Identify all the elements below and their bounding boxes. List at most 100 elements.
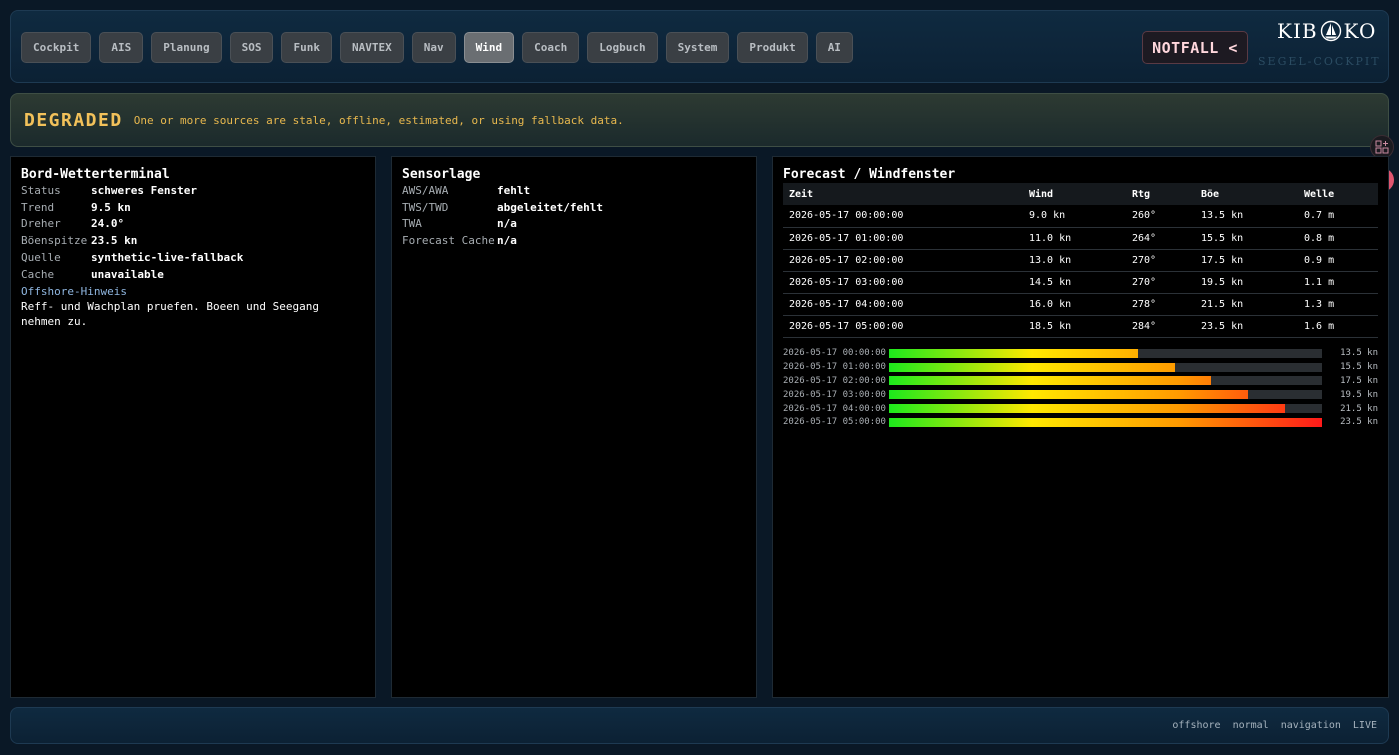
kv-key: TWA [402, 217, 422, 231]
bar-row: 2026-05-17 01:00:00 15.5 kn [783, 360, 1378, 374]
bar-fill [889, 404, 1285, 414]
table-cell: 0.8 m [1298, 227, 1378, 250]
kv-key: TWS/TWD [402, 200, 449, 214]
logo-text-left: KIB [1277, 19, 1318, 43]
status-message: One or more sources are stale, offline, … [133, 113, 624, 127]
kv-twa: TWA n/a [402, 216, 746, 233]
bar-track [889, 417, 1322, 427]
tab-cockpit[interactable]: Cockpit [21, 32, 92, 63]
kv-value: synthetic-live-fallback [91, 250, 244, 264]
table-cell: 15.5 kn [1195, 227, 1298, 250]
column-header: Wind [1023, 183, 1126, 205]
bar-value-label: 21.5 kn [1340, 403, 1378, 414]
kv-forecast-cache: Forecast Cache n/a [402, 233, 746, 250]
kv-key: Trend [21, 200, 55, 214]
table-row: 2026-05-17 02:00:00 13.0 kn 270° 17.5 kn… [783, 249, 1378, 272]
kv-value: 9.5 kn [91, 200, 131, 214]
column-header: Zeit [783, 183, 1023, 205]
kv-aws-awa: AWS/AWA fehlt [402, 183, 746, 200]
tab-navtex[interactable]: NAVTEX [339, 32, 404, 63]
tab-ais[interactable]: AIS [99, 32, 144, 63]
table-cell: 2026-05-17 03:00:00 [783, 271, 1023, 294]
top-bar: Cockpit AIS Planung SOS Funk NAVTEX Nav … [10, 10, 1389, 83]
table-cell: 0.9 m [1298, 249, 1378, 272]
table-cell: 2026-05-17 00:00:00 [783, 205, 1023, 228]
column-header: Welle [1298, 183, 1378, 205]
kv-key: Böenspitze [21, 234, 88, 248]
bar-fill [889, 376, 1211, 386]
tab-produkt[interactable]: Produkt [737, 32, 808, 63]
logo-subtitle: SEGEL-COCKPIT [1258, 55, 1381, 68]
kv-value: 23.5 kn [91, 234, 138, 248]
panel-title: Forecast / Windfenster [783, 167, 956, 182]
tab-logbuch[interactable]: Logbuch [587, 32, 658, 63]
table-cell: 1.3 m [1298, 293, 1378, 316]
bar-row: 2026-05-17 02:00:00 17.5 kn [783, 374, 1378, 388]
table-cell: 2026-05-17 01:00:00 [783, 227, 1023, 250]
status-footer: offshore normal navigation LIVE [10, 707, 1389, 744]
table-cell: 21.5 kn [1195, 293, 1298, 316]
table-cell: 1.1 m [1298, 271, 1378, 294]
bar-label: 2026-05-17 05:00:00 [783, 417, 886, 428]
kv-boeenspitze: Böenspitze 23.5 kn [21, 233, 365, 250]
kv-key: Dreher [21, 217, 61, 231]
tab-sos[interactable]: SOS [229, 32, 274, 63]
table-cell: 284° [1126, 315, 1195, 338]
bar-fill [889, 390, 1248, 400]
table-row: 2026-05-17 04:00:00 16.0 kn 278° 21.5 kn… [783, 293, 1378, 316]
tab-planung[interactable]: Planung [151, 32, 222, 63]
status-banner: DEGRADED One or more sources are stale, … [10, 93, 1389, 147]
table-cell: 19.5 kn [1195, 271, 1298, 294]
status-badge: DEGRADED [24, 109, 123, 131]
bar-row: 2026-05-17 00:00:00 13.5 kn [783, 347, 1378, 361]
table-cell: 18.5 kn [1023, 315, 1126, 338]
kv-cache: Cache unavailable [21, 267, 365, 284]
kv-value: n/a [497, 234, 517, 248]
table-cell: 11.0 kn [1023, 227, 1126, 250]
bar-row: 2026-05-17 03:00:00 19.5 kn [783, 388, 1378, 402]
kv-key: Forecast Cache [402, 234, 495, 248]
tab-ai[interactable]: AI [815, 32, 853, 63]
table-cell: 13.5 kn [1195, 205, 1298, 228]
table-row: 2026-05-17 03:00:00 14.5 kn 270° 19.5 kn… [783, 271, 1378, 294]
bar-label: 2026-05-17 00:00:00 [783, 348, 886, 359]
kv-value: 24.0° [91, 217, 125, 231]
emergency-button[interactable]: NOTFALL < [1142, 31, 1248, 64]
table-header-row: Zeit Wind Rtg Böe Welle [783, 183, 1378, 205]
bar-label: 2026-05-17 02:00:00 [783, 375, 886, 386]
kv-key: Cache [21, 267, 55, 281]
table-cell: 264° [1126, 227, 1195, 250]
bar-fill [889, 348, 1138, 358]
footer-item: LIVE [1352, 720, 1377, 731]
footer-item: normal [1232, 720, 1269, 731]
table-cell: 2026-05-17 05:00:00 [783, 315, 1023, 338]
bar-label: 2026-05-17 01:00:00 [783, 362, 886, 373]
bar-label: 2026-05-17 03:00:00 [783, 389, 886, 400]
table-cell: 13.0 kn [1023, 249, 1126, 272]
bar-track [889, 376, 1322, 386]
tab-coach[interactable]: Coach [522, 32, 580, 63]
footer-item: navigation [1280, 720, 1341, 731]
tab-system[interactable]: System [665, 32, 730, 63]
table-cell: 9.0 kn [1023, 205, 1126, 228]
table-row: 2026-05-17 01:00:00 11.0 kn 264° 15.5 kn… [783, 227, 1378, 250]
tab-funk[interactable]: Funk [281, 32, 332, 63]
bar-value-label: 13.5 kn [1340, 348, 1378, 359]
sailboat-icon [1320, 20, 1342, 42]
bar-value-label: 15.5 kn [1340, 362, 1378, 373]
bar-fill [889, 362, 1175, 372]
sensor-panel: Sensorlage AWS/AWA fehlt TWS/TWD abgeleite… [391, 156, 757, 698]
forecast-panel: Forecast / Windfenster Zeit Wind Rtg Böe… [772, 156, 1389, 698]
table-cell: 0.7 m [1298, 205, 1378, 228]
bar-track [889, 348, 1322, 358]
column-header: Böe [1195, 183, 1298, 205]
kv-trend: Trend 9.5 kn [21, 200, 365, 217]
bar-fill [889, 417, 1322, 427]
kv-dreher: Dreher 24.0° [21, 216, 365, 233]
table-cell: 14.5 kn [1023, 271, 1126, 294]
tab-wind[interactable]: Wind [463, 32, 515, 63]
bar-label: 2026-05-17 04:00:00 [783, 403, 886, 414]
table-cell: 270° [1126, 271, 1195, 294]
tab-nav[interactable]: Nav [411, 32, 456, 63]
kv-key: Status [21, 184, 61, 197]
